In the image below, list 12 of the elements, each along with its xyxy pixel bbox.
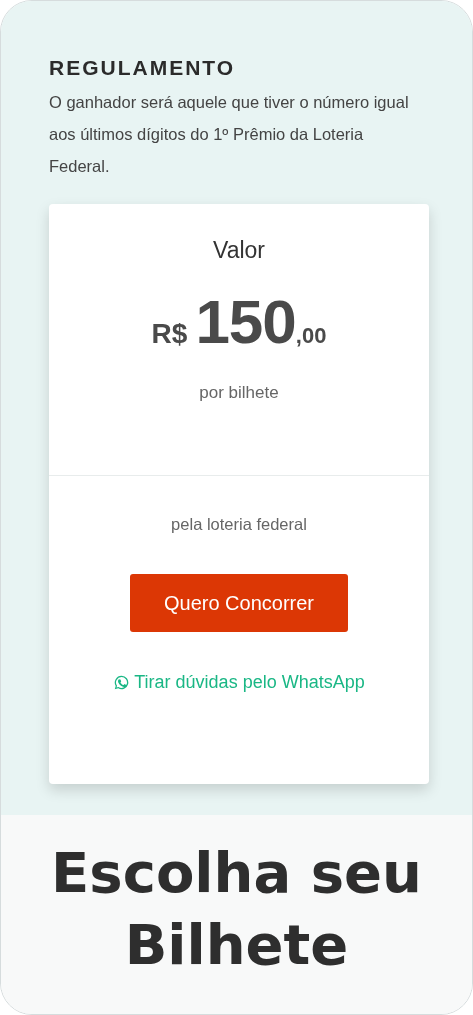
rules-text: O ganhador será aquele que tiver o número igual aos últimos dígitos do 1º Prêmio da Loteria Federal. xyxy=(49,92,410,177)
price-cents: ,00 xyxy=(295,323,327,349)
price-note: pela loteria federal xyxy=(171,515,307,534)
whatsapp-link[interactable]: Tirar dúvidas pelo WhatsApp xyxy=(113,672,365,693)
price-amount: 150 xyxy=(195,286,296,357)
whatsapp-icon xyxy=(113,674,131,691)
price-unit: por bilhete xyxy=(199,383,279,403)
participate-button[interactable]: Quero Concorrer xyxy=(130,574,348,632)
price-label: Valor xyxy=(213,237,265,264)
currency-symbol: R$ xyxy=(151,318,188,350)
rules-title: REGULAMENTO xyxy=(49,55,237,81)
section-title: Escolha seu Bilhete xyxy=(50,839,423,979)
